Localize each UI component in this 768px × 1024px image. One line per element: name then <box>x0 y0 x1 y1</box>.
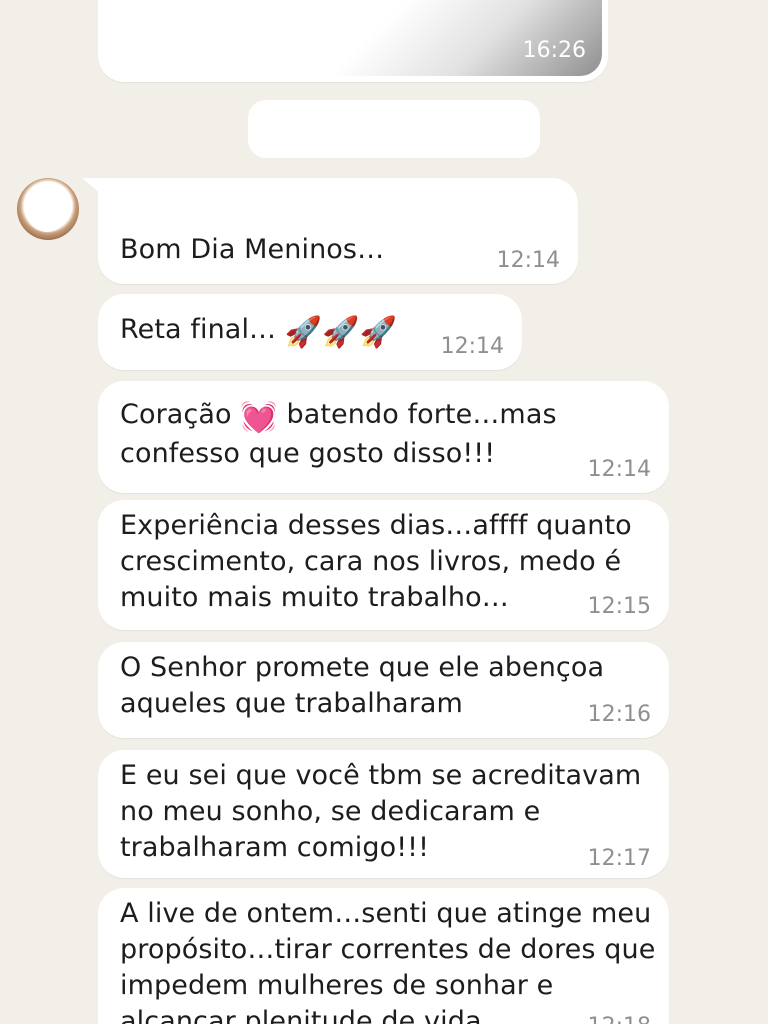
media-message-bubble[interactable]: 16:26 <box>98 0 608 82</box>
message-text: Reta final… 🚀🚀🚀 <box>120 312 397 351</box>
message-bubble[interactable]: A live de ontem…senti que atinge meu pro… <box>98 888 669 1024</box>
message-bubble[interactable]: Reta final… 🚀🚀🚀 12:14 <box>98 294 522 370</box>
message-text: O Senhor promete que ele abençoa aqueles… <box>120 652 605 719</box>
message-timestamp: 12:15 <box>587 594 651 619</box>
message-timestamp: 12:14 <box>440 334 504 359</box>
rocket-emoji-icon: 🚀🚀🚀 <box>284 315 398 350</box>
message-text: Coração 💓 batendo forte…mas confesso que… <box>120 397 557 472</box>
message-timestamp: 12:18 <box>588 1014 651 1024</box>
message-text: E eu sei que você tbm se acreditavam no … <box>120 760 642 863</box>
message-bubble[interactable]: Coração 💓 batendo forte…mas confesso que… <box>98 381 669 493</box>
message-timestamp: 12:17 <box>587 846 651 871</box>
beating-heart-emoji-icon: 💓 <box>240 400 278 435</box>
message-timestamp: 12:14 <box>496 248 560 273</box>
message-text-part: Coração <box>120 399 241 430</box>
avatar-mask <box>25 184 69 232</box>
chat-background: 16:26 Bom Dia Meninos… 12:14 Reta final…… <box>0 0 768 1024</box>
date-separator-chip <box>248 100 540 158</box>
message-text: A live de ontem…senti que atinge meu pro… <box>120 898 656 1024</box>
message-text: Bom Dia Meninos… <box>120 234 385 265</box>
message-bubble[interactable]: Experiência desses dias…affff quanto cre… <box>98 500 669 630</box>
message-text-part: Reta final… <box>120 314 285 345</box>
message-timestamp: 16:26 <box>522 38 586 63</box>
message-bubble[interactable]: O Senhor promete que ele abençoa aqueles… <box>98 642 669 738</box>
avatar[interactable] <box>17 178 79 240</box>
message-bubble[interactable]: E eu sei que você tbm se acreditavam no … <box>98 750 669 878</box>
message-bubble[interactable]: Bom Dia Meninos… 12:14 <box>98 178 578 284</box>
message-text: Experiência desses dias…affff quanto cre… <box>120 510 632 613</box>
message-timestamp: 12:16 <box>587 702 651 727</box>
message-timestamp: 12:14 <box>587 457 651 482</box>
